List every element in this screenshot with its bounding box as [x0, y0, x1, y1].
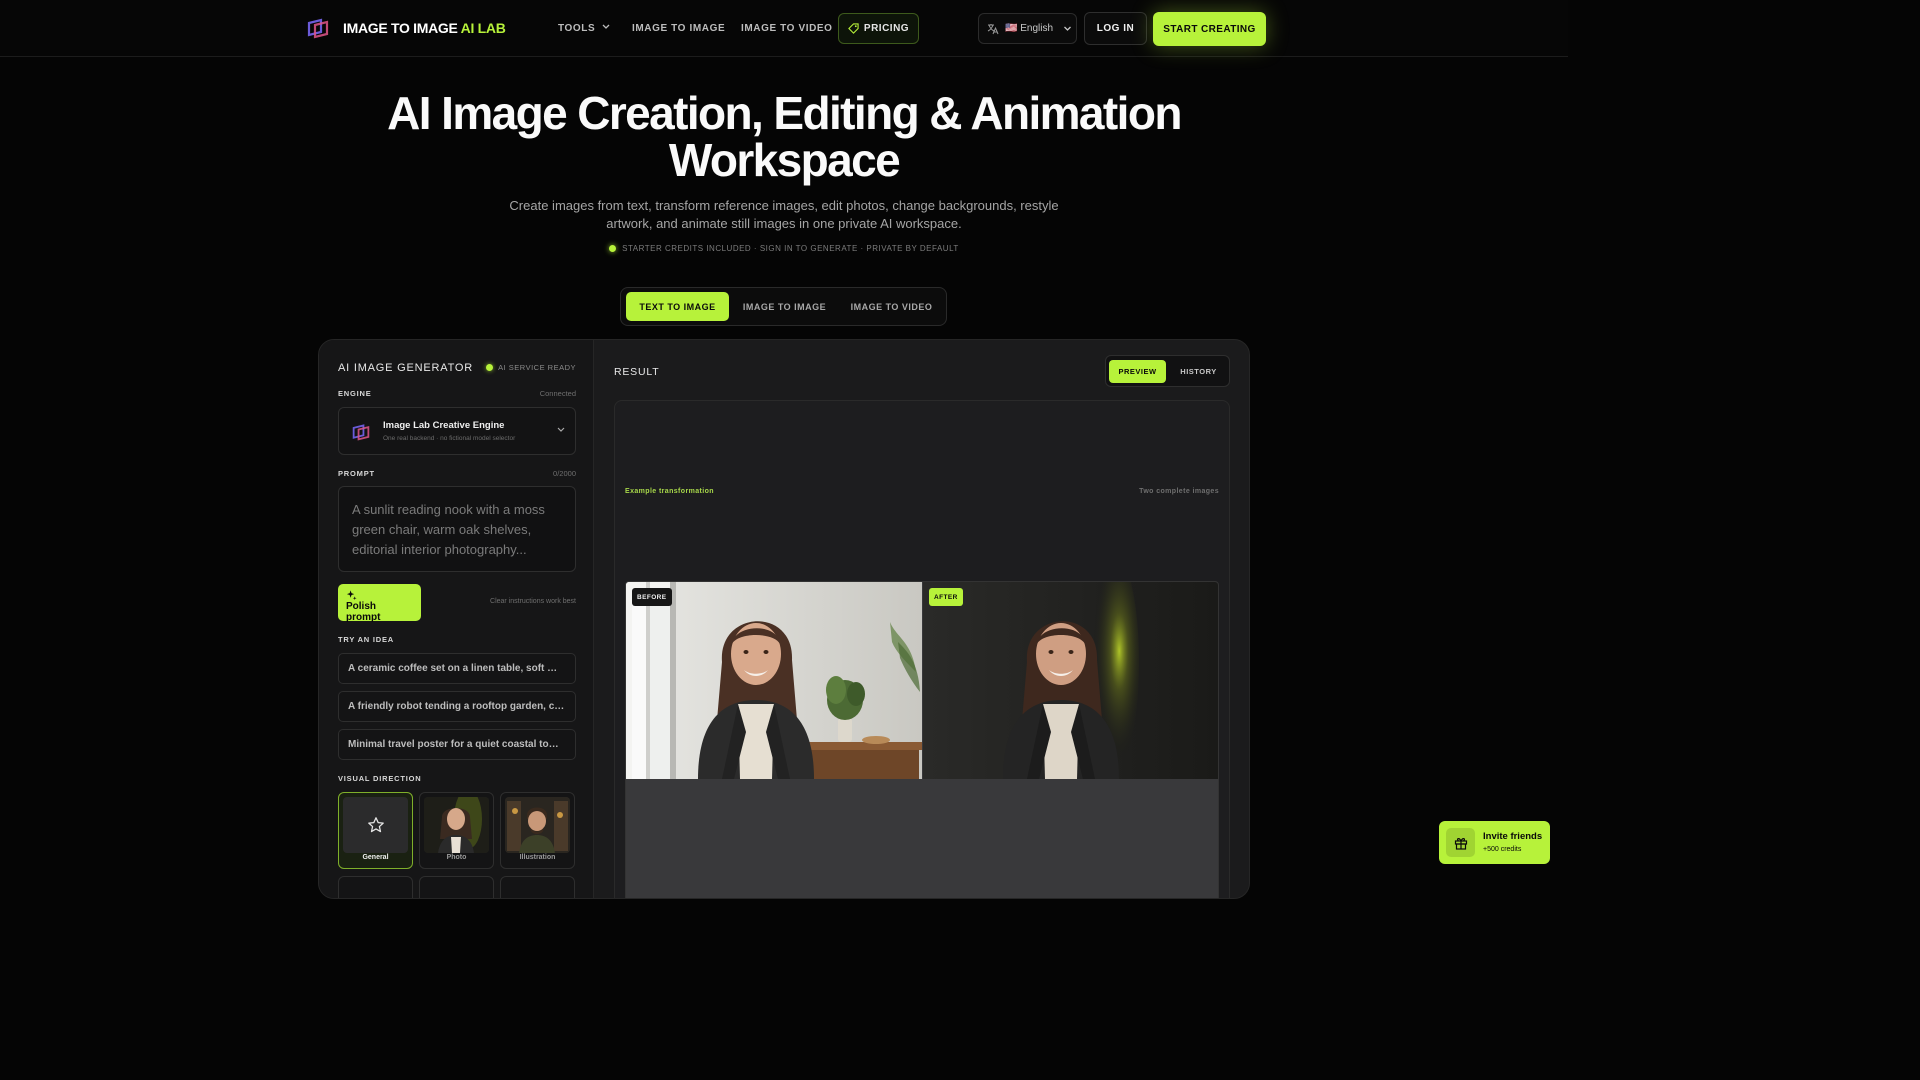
after-image: AFTER: [923, 582, 1218, 779]
pricing-button[interactable]: PRICING: [838, 13, 919, 44]
before-photo: [626, 582, 922, 779]
prompt-hint: Clear instructions work best: [490, 598, 576, 605]
invite-title: Invite friends: [1483, 831, 1543, 842]
direction-label: Photo: [446, 854, 467, 861]
direction-label: General: [362, 854, 389, 861]
mode-tabs: TEXT TO IMAGE IMAGE TO IMAGE IMAGE TO VI…: [620, 287, 947, 326]
top-navbar: IMAGE TO IMAGE AI LAB TOOLS IMAGE TO IMA…: [0, 0, 1568, 57]
nav-image-to-video[interactable]: IMAGE TO VIDEO: [741, 23, 833, 34]
start-creating-button[interactable]: START CREATING: [1153, 12, 1266, 46]
page-title-line1: AI Image Creation, Editing & Animation: [387, 87, 1182, 139]
service-status: AI SERVICE READY: [486, 363, 576, 372]
engine-select[interactable]: Image Lab Creative Engine One real backe…: [338, 407, 576, 455]
invite-subtitle: +500 credits: [1483, 846, 1522, 853]
after-photo: [923, 582, 1218, 779]
pricing-label: PRICING: [863, 23, 910, 34]
chevron-down-icon: [1064, 26, 1071, 31]
generator-title: AI IMAGE GENERATOR: [338, 362, 474, 374]
star-icon: [368, 817, 384, 833]
direction-thumb: [343, 797, 408, 853]
history-tab[interactable]: HISTORY: [1170, 360, 1227, 383]
after-tag: AFTER: [929, 588, 963, 606]
direction-photo[interactable]: Photo: [419, 792, 494, 869]
result-view-toggle: PREVIEW HISTORY: [1105, 355, 1230, 387]
engine-subtitle: One real backend · no fictional model se…: [383, 435, 516, 442]
engine-name: Image Lab Creative Engine: [383, 420, 505, 431]
translate-icon: [987, 23, 999, 34]
preview-tab[interactable]: PREVIEW: [1109, 360, 1166, 383]
language-selector[interactable]: 🇺🇸 English: [978, 13, 1077, 44]
chevron-down-icon: [602, 24, 610, 29]
nav-image-to-image[interactable]: IMAGE TO IMAGE: [632, 23, 725, 34]
illustration-preview-image: [505, 797, 570, 853]
tab-image-to-image[interactable]: IMAGE TO IMAGE: [733, 292, 836, 321]
idea-chip[interactable]: A friendly robot tending a rooftop garde…: [338, 691, 576, 722]
result-title: RESULT: [614, 366, 660, 378]
direction-card-more[interactable]: [419, 876, 494, 898]
credits-badge: STARTER CREDITS INCLUDED · SIGN IN TO GE…: [0, 244, 1568, 253]
direction-illustration[interactable]: Illustration: [500, 792, 575, 869]
polish-prompt-button[interactable]: Polish prompt: [338, 584, 421, 623]
direction-card-more[interactable]: [500, 876, 575, 898]
tab-text-to-image[interactable]: TEXT TO IMAGE: [626, 292, 729, 321]
photo-preview-image: [424, 797, 489, 853]
ideas-label: TRY AN IDEA: [338, 635, 395, 644]
workspace-panel: AI IMAGE GENERATOR AI SERVICE READY ENGI…: [318, 339, 1250, 899]
visual-direction-label: VISUAL DIRECTION: [338, 774, 422, 783]
direction-label: Illustration: [519, 854, 556, 861]
chevron-down-icon: [557, 427, 565, 432]
status-dot-icon: [486, 364, 494, 371]
status-dot-icon: [609, 245, 617, 252]
tag-icon: [848, 23, 859, 34]
invite-friends-button[interactable]: Invite friends +500 credits: [1439, 821, 1550, 864]
logo-icon[interactable]: [306, 17, 330, 39]
direction-general[interactable]: General: [338, 792, 413, 869]
generator-sidebar: AI IMAGE GENERATOR AI SERVICE READY ENGI…: [319, 340, 594, 898]
credits-badge-text: STARTER CREDITS INCLUDED · SIGN IN TO GE…: [622, 244, 959, 253]
logo-icon: [352, 424, 370, 441]
nav-tools-label: TOOLS: [558, 23, 596, 34]
engine-label: ENGINE: [338, 389, 372, 398]
tab-image-to-video[interactable]: IMAGE TO VIDEO: [840, 292, 943, 321]
idea-chip[interactable]: Minimal travel poster for a quiet coasta…: [338, 729, 576, 760]
language-label: 🇺🇸 English: [1005, 23, 1054, 34]
before-tag: BEFORE: [632, 588, 672, 606]
direction-card-more[interactable]: [338, 876, 413, 898]
prompt-char-count: 0/2000: [553, 469, 576, 478]
polish-prompt-label: Polish prompt: [346, 601, 381, 623]
idea-chip[interactable]: A ceramic coffee set on a linen table, s…: [338, 653, 576, 684]
direction-thumb: [505, 797, 570, 853]
service-status-text: AI SERVICE READY: [498, 363, 576, 372]
prompt-input[interactable]: A sunlit reading nook with a moss green …: [338, 486, 576, 572]
gift-icon: [1446, 828, 1475, 857]
engine-status: Connected: [539, 389, 576, 398]
nav-tools-menu[interactable]: TOOLS: [558, 23, 610, 34]
brand-accent: AI LAB: [460, 20, 506, 36]
brand-name[interactable]: IMAGE TO IMAGE AI LAB: [343, 20, 506, 36]
page-title: AI Image Creation, Editing & Animation W…: [334, 90, 1234, 184]
example-caption: Two complete images: [1139, 488, 1219, 495]
prompt-label: PROMPT: [338, 469, 375, 478]
before-after-compare[interactable]: BEFORE AFTER: [625, 581, 1219, 898]
sparkle-icon: [346, 590, 357, 601]
before-image: BEFORE: [626, 582, 922, 779]
example-label: Example transformation: [625, 488, 714, 495]
page-subtitle: Create images from text, transform refer…: [509, 198, 1059, 231]
direction-thumb: [424, 797, 489, 853]
page-title-line2: Workspace: [668, 134, 901, 186]
result-stage: Example transformation Two complete imag…: [614, 400, 1230, 898]
brand-main: IMAGE TO IMAGE: [343, 20, 458, 36]
login-button[interactable]: LOG IN: [1084, 12, 1147, 45]
